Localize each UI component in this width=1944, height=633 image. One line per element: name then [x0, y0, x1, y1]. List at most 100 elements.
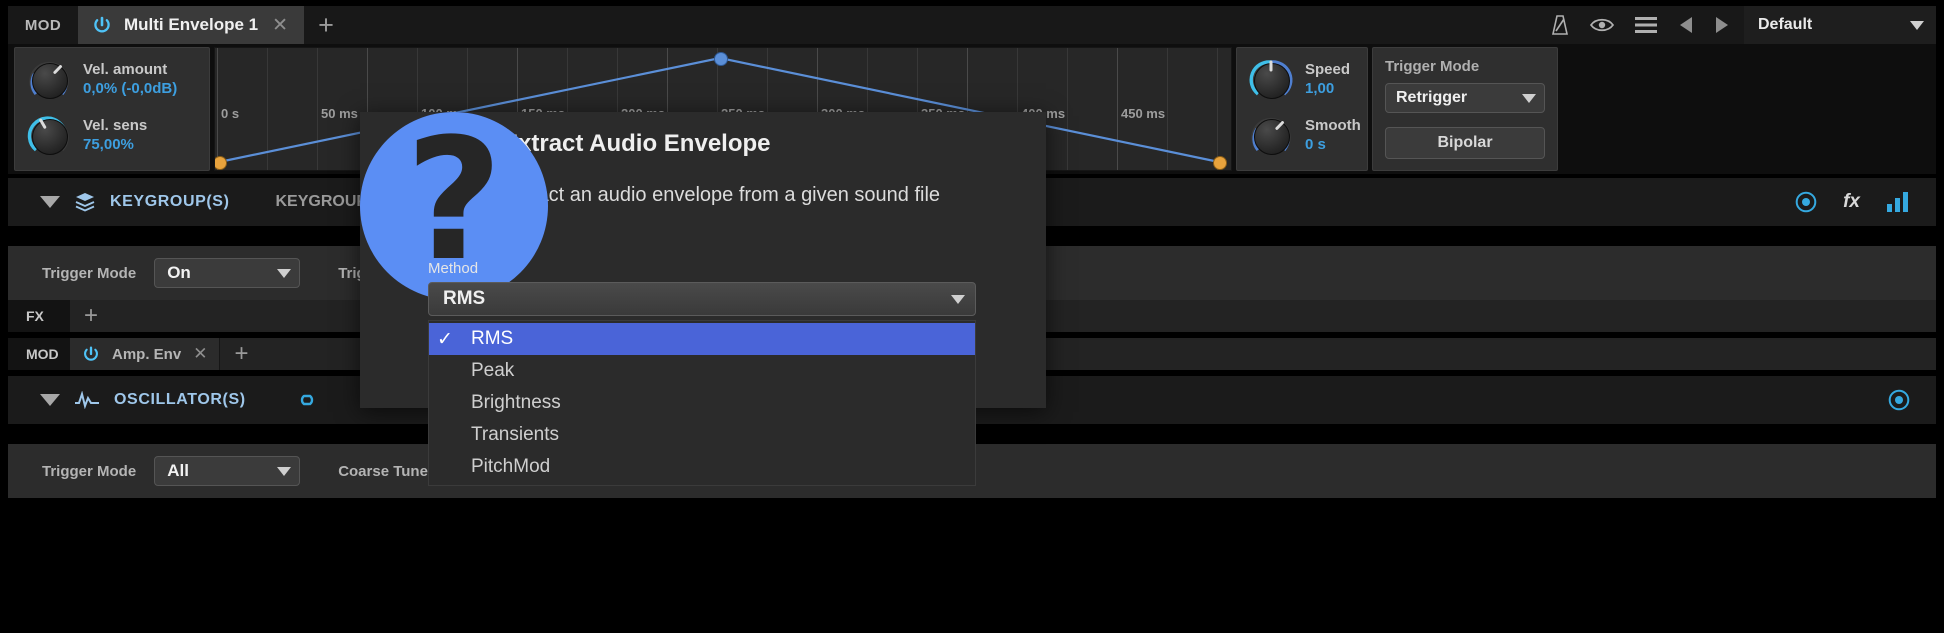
power-icon[interactable]: [92, 15, 112, 35]
method-selected-value: RMS: [443, 288, 486, 309]
tab-title: Multi Envelope 1: [124, 15, 259, 34]
preset-selector[interactable]: Default: [1744, 6, 1936, 44]
link-icon[interactable]: [292, 390, 322, 410]
menu-item-label: Peak: [471, 360, 515, 381]
method-label: Method: [428, 260, 479, 277]
knob-row-vel-amount: Vel. amount 0,0% (-0,0dB): [15, 48, 209, 104]
vel-amount-name: Vel. amount: [83, 61, 168, 79]
waveform-icon: [74, 391, 100, 409]
vel-amount-knob[interactable]: [25, 56, 73, 104]
envelope-node-end[interactable]: [1213, 156, 1227, 170]
speed-knob[interactable]: [1247, 56, 1295, 104]
chevron-down-icon: [951, 294, 965, 304]
extract-audio-envelope-dialog: ? Extract Audio Envelope Extract an audi…: [360, 102, 1046, 486]
oscillator-trigger-mode-select[interactable]: All: [154, 456, 301, 486]
vel-sens-value: 75,00%: [83, 136, 134, 153]
prev-arrow-icon[interactable]: [1678, 16, 1694, 34]
chevron-down-icon: [1522, 93, 1536, 103]
keygroup-trigger-mode-select[interactable]: On: [154, 258, 301, 288]
chevron-down-icon: [1910, 20, 1924, 30]
add-mod-button[interactable]: +: [220, 342, 262, 366]
knob-row-smooth: Smooth 0 s: [1237, 104, 1367, 160]
knob-row-vel-sens: Vel. sens 75,00%: [15, 104, 209, 160]
chevron-down-icon: [277, 268, 292, 278]
envelope-node-peak[interactable]: [714, 52, 728, 66]
layers-icon: [74, 191, 96, 213]
menu-item-label: Brightness: [471, 392, 561, 413]
record-circle-icon[interactable]: [1795, 191, 1817, 213]
window-bottom-edge: [8, 615, 1936, 633]
collapse-triangle-icon[interactable]: [40, 196, 60, 208]
speed-labels: Speed 1,00: [1305, 61, 1350, 99]
fx-icon[interactable]: fx: [1843, 191, 1860, 213]
smooth-knob-face: [1254, 119, 1290, 155]
oscillator-header-icons: [1888, 389, 1936, 411]
envelope-trigger-label: Trigger Mode: [1385, 58, 1480, 75]
bipolar-button[interactable]: Bipolar: [1385, 127, 1545, 159]
tab-multi-envelope-1[interactable]: Multi Envelope 1 ✕: [78, 6, 305, 44]
levels-icon[interactable]: [1886, 192, 1910, 212]
menu-item-transients[interactable]: Transients: [429, 419, 975, 451]
menu-item-pitchmod[interactable]: PitchMod: [429, 451, 975, 483]
vel-sens-name: Vel. sens: [83, 117, 148, 135]
vel-sens-knob[interactable]: [25, 112, 73, 160]
vel-amount-labels: Vel. amount 0,0% (-0,0dB): [83, 61, 177, 99]
oscillator-trigger-mode-label: Trigger Mode: [42, 462, 137, 480]
vel-sens-labels: Vel. sens 75,00%: [83, 117, 147, 155]
menu-item-label: Transients: [471, 424, 559, 445]
smooth-value: 0 s: [1305, 136, 1326, 153]
record-circle-icon[interactable]: [1888, 389, 1910, 411]
oscillator-title: OSCILLATOR(S): [114, 391, 246, 408]
menu-item-peak[interactable]: Peak: [429, 355, 975, 387]
keygroup-header-icons: fx: [1795, 191, 1936, 213]
smooth-labels: Smooth 0 s: [1305, 117, 1361, 155]
metronome-icon[interactable]: [1550, 14, 1570, 36]
vel-amount-knob-face: [32, 63, 68, 99]
keygroup-title: KEYGROUP(S): [110, 193, 230, 210]
collapse-triangle-icon[interactable]: [40, 394, 60, 406]
next-arrow-icon[interactable]: [1714, 16, 1730, 34]
add-mod-tab-button[interactable]: +: [304, 6, 348, 44]
speed-name: Speed: [1305, 61, 1351, 79]
mod-chip-amp-env[interactable]: Amp. Env ✕: [70, 338, 221, 370]
envelope-trigger-value: Retrigger: [1396, 89, 1468, 106]
menu-item-brightness[interactable]: Brightness: [429, 387, 975, 419]
method-dropdown-menu[interactable]: ✓ RMS Peak Brightness Transients PitchMo…: [428, 320, 976, 486]
method-select[interactable]: RMS: [428, 282, 976, 316]
fx-strip-label: FX: [26, 308, 44, 324]
oscillator-second-param-label: Coarse Tune: [338, 462, 428, 480]
speed-smooth-knob-column: Speed 1,00 Smooth 0 s: [1236, 47, 1368, 171]
menu-item-rms[interactable]: ✓ RMS: [429, 323, 975, 355]
eye-icon[interactable]: [1590, 17, 1614, 33]
vel-amount-value: 0,0% (-0,0dB): [83, 80, 178, 97]
keygroup-trigger-mode-value: On: [167, 263, 191, 282]
envelope-trigger-select[interactable]: Retrigger: [1385, 83, 1545, 113]
keygroup-trigger-mode-label: Trigger Mode: [42, 264, 137, 282]
envelope-trigger-column: Trigger Mode Retrigger Bipolar: [1372, 47, 1558, 171]
smooth-knob[interactable]: [1247, 112, 1295, 160]
dialog-description: Extract an audio envelope from a given s…: [502, 184, 941, 206]
speed-value: 1,00: [1305, 80, 1335, 97]
mod-tab-bar: MOD Multi Envelope 1 ✕ + Default: [8, 6, 1936, 44]
mod-chip-name: Amp. Env: [112, 345, 182, 363]
mod-bar-label: MOD: [24, 16, 62, 34]
menu-item-label: PitchMod: [471, 456, 551, 477]
chevron-down-icon: [277, 466, 292, 476]
close-icon[interactable]: ✕: [193, 344, 207, 364]
mod-strip-label: MOD: [26, 346, 59, 362]
akai-mpc-plugin-window: MOD Multi Envelope 1 ✕ + Default Vel. am…: [0, 0, 1944, 633]
menu-item-label: RMS: [471, 328, 514, 349]
power-icon[interactable]: [82, 345, 100, 363]
vel-sens-knob-face: [32, 119, 68, 155]
check-icon: ✓: [437, 328, 453, 350]
close-icon[interactable]: ✕: [270, 16, 290, 35]
speed-knob-pointer: [1269, 60, 1273, 72]
add-fx-button[interactable]: +: [70, 304, 112, 328]
question-mark-glyph: ?: [405, 102, 503, 298]
hamburger-menu-icon[interactable]: [1634, 16, 1658, 34]
velocity-knob-column: Vel. amount 0,0% (-0,0dB) Vel. sens 75,0…: [14, 47, 210, 171]
oscillator-trigger-mode-value: All: [167, 461, 189, 480]
smooth-name: Smooth: [1305, 117, 1361, 135]
preset-name: Default: [1758, 16, 1813, 33]
